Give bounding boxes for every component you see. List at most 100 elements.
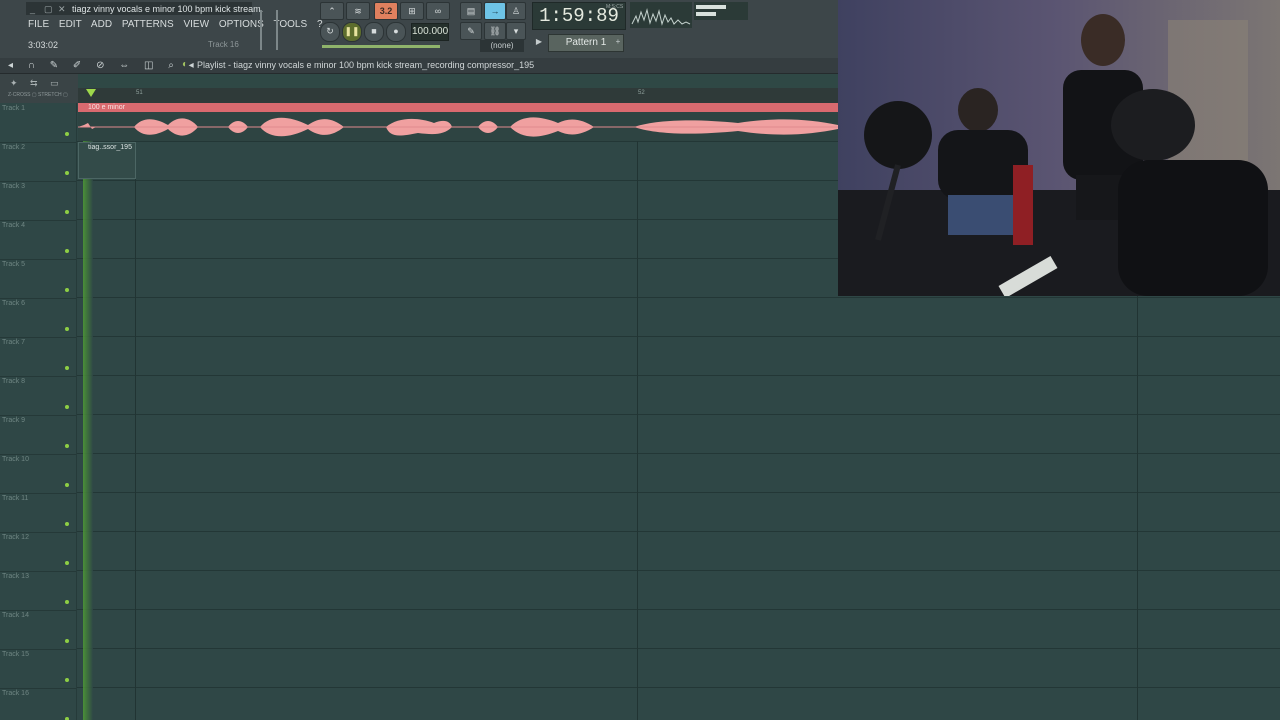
track-header[interactable]: Track 2 bbox=[0, 142, 76, 182]
wait-input-icon[interactable]: → bbox=[484, 2, 506, 20]
track-mute-led[interactable] bbox=[65, 678, 69, 682]
track-mute-led[interactable] bbox=[65, 366, 69, 370]
track-header[interactable]: Track 14 bbox=[0, 610, 76, 650]
track-mute-led[interactable] bbox=[65, 483, 69, 487]
track-name: Track 1 bbox=[2, 105, 26, 112]
track-mute-led[interactable] bbox=[65, 600, 69, 604]
zcross-stretch-row[interactable]: Z-CROSS ▢ STRETCH ▢ bbox=[8, 92, 68, 98]
track-mute-led[interactable] bbox=[65, 171, 69, 175]
row-divider bbox=[77, 375, 1280, 376]
track-header[interactable]: Track 16 bbox=[0, 688, 76, 720]
track-mute-led[interactable] bbox=[65, 132, 69, 136]
typing-keyboard-icon[interactable]: ▤ bbox=[460, 2, 482, 20]
master-level-bar[interactable] bbox=[322, 45, 440, 48]
pattern-prev-icon[interactable]: ▶ bbox=[533, 34, 545, 50]
pencil-tool-icon[interactable]: ✎ bbox=[460, 22, 482, 40]
webcam-scene bbox=[838, 0, 1280, 296]
track-name: Track 13 bbox=[2, 573, 29, 580]
track-mute-led[interactable] bbox=[65, 405, 69, 409]
bar-line bbox=[637, 103, 638, 720]
track-mute-led[interactable] bbox=[65, 327, 69, 331]
track-name: Track 2 bbox=[2, 144, 26, 151]
track-name: Track 8 bbox=[2, 378, 26, 385]
track-header[interactable]: Track 12 bbox=[0, 532, 76, 572]
snap-icons[interactable]: ✦ ⇆ ▭ bbox=[10, 78, 64, 89]
row-divider bbox=[77, 609, 1280, 610]
row-divider bbox=[77, 648, 1280, 649]
track-header[interactable]: Track 3 bbox=[0, 181, 76, 221]
playhead-marker[interactable] bbox=[86, 89, 96, 97]
menu-edit[interactable]: EDIT bbox=[59, 19, 82, 30]
track-mute-led[interactable] bbox=[65, 288, 69, 292]
minimize-icon[interactable]: _ bbox=[30, 4, 35, 14]
menu-view[interactable]: VIEW bbox=[183, 19, 209, 30]
song-mode-button[interactable]: ≋ bbox=[346, 2, 370, 20]
track-header[interactable]: Track 1 bbox=[0, 103, 76, 143]
track-header[interactable]: Track 10 bbox=[0, 454, 76, 494]
track-header[interactable]: Track 13 bbox=[0, 571, 76, 611]
track-header[interactable]: Track 5 bbox=[0, 259, 76, 299]
loop-icon[interactable]: ↻ bbox=[320, 22, 340, 42]
track-name: Track 3 bbox=[2, 183, 26, 190]
row-divider bbox=[77, 414, 1280, 415]
oscilloscope bbox=[630, 2, 692, 28]
menu-options[interactable]: OPTIONS bbox=[219, 19, 264, 30]
menu-file[interactable]: FILE bbox=[28, 19, 49, 30]
pattern-mode-button[interactable]: ⌃ bbox=[320, 2, 344, 20]
playlist-icon: ◐ bbox=[182, 59, 189, 70]
record-icon[interactable]: ● bbox=[386, 22, 406, 42]
menu-patterns[interactable]: PATTERNS bbox=[122, 19, 174, 30]
pattern-add-icon[interactable]: + bbox=[612, 34, 624, 50]
track-header[interactable]: Track 9 bbox=[0, 415, 76, 455]
step-edit-button[interactable]: ⊞ bbox=[400, 2, 424, 20]
track-mute-led[interactable] bbox=[65, 522, 69, 526]
track-header-column: Track 1 Track 2 Track 3 Track 4 Track 5 … bbox=[0, 103, 77, 720]
track-name: Track 7 bbox=[2, 339, 26, 346]
menu-add[interactable]: ADD bbox=[91, 19, 112, 30]
z-cross-label[interactable]: Z-CROSS bbox=[8, 92, 31, 98]
master-pitch-slider[interactable] bbox=[276, 10, 288, 50]
track-header[interactable]: Track 4 bbox=[0, 220, 76, 260]
track-header[interactable]: Track 11 bbox=[0, 493, 76, 533]
track-mute-led[interactable] bbox=[65, 444, 69, 448]
master-volume-slider[interactable] bbox=[260, 10, 272, 50]
track-name: Track 6 bbox=[2, 300, 26, 307]
track-header[interactable]: Track 8 bbox=[0, 376, 76, 416]
track-name: Track 11 bbox=[2, 495, 29, 502]
dropdown-icon[interactable]: ▾ bbox=[506, 22, 526, 40]
stretch-label[interactable]: STRETCH bbox=[38, 92, 62, 98]
track-mute-led[interactable] bbox=[65, 561, 69, 565]
metronome-icon[interactable]: ♙ bbox=[506, 2, 526, 20]
fl-studio-window: _ ▢ ✕ tiagz vinny vocals e minor 100 bpm… bbox=[0, 0, 1280, 720]
audio-clip-header[interactable]: 100 e minor bbox=[78, 103, 838, 112]
recorded-clip[interactable]: tiag..ssor_195 bbox=[78, 142, 136, 179]
bar-line bbox=[135, 103, 136, 720]
track-mute-led[interactable] bbox=[65, 249, 69, 253]
link-icon[interactable]: ⛓ bbox=[484, 22, 506, 40]
stop-icon[interactable]: ■ bbox=[364, 22, 384, 42]
track-name: Track 4 bbox=[2, 222, 26, 229]
close-icon[interactable]: ✕ bbox=[58, 4, 66, 15]
tempo-field[interactable]: 100.000 bbox=[411, 23, 449, 41]
audio-clip[interactable]: 100 e minor bbox=[78, 103, 838, 141]
track-header[interactable]: Track 7 bbox=[0, 337, 76, 377]
playhead[interactable] bbox=[83, 103, 93, 720]
time-unit-label: M:S:CS bbox=[606, 4, 624, 10]
pause-icon[interactable]: ❚❚ bbox=[342, 22, 362, 42]
track-header[interactable]: Track 15 bbox=[0, 649, 76, 689]
loop-record-button[interactable]: ∞ bbox=[426, 2, 450, 20]
track-name: Track 15 bbox=[2, 651, 29, 658]
recorded-clip-label: tiag..ssor_195 bbox=[88, 144, 132, 151]
maximize-icon[interactable]: ▢ bbox=[44, 4, 53, 15]
row-divider bbox=[77, 570, 1280, 571]
midi-selector[interactable]: (none) bbox=[480, 40, 524, 52]
track-mute-led[interactable] bbox=[65, 639, 69, 643]
cpu-bar bbox=[696, 5, 726, 9]
time-signature-button[interactable]: 3.2 bbox=[374, 2, 398, 20]
track-mute-led[interactable] bbox=[65, 210, 69, 214]
playlist-tools[interactable]: ◂ ∩ ✎ ✐ ⊘ ⇔ ◫ ⌕ ◂ bbox=[8, 58, 200, 73]
track-header[interactable]: Track 6 bbox=[0, 298, 76, 338]
webcam-overlay bbox=[838, 0, 1280, 296]
ruler-mark: 51 bbox=[136, 90, 143, 96]
song-title: tiagz vinny vocals e minor 100 bpm kick … bbox=[72, 4, 264, 14]
